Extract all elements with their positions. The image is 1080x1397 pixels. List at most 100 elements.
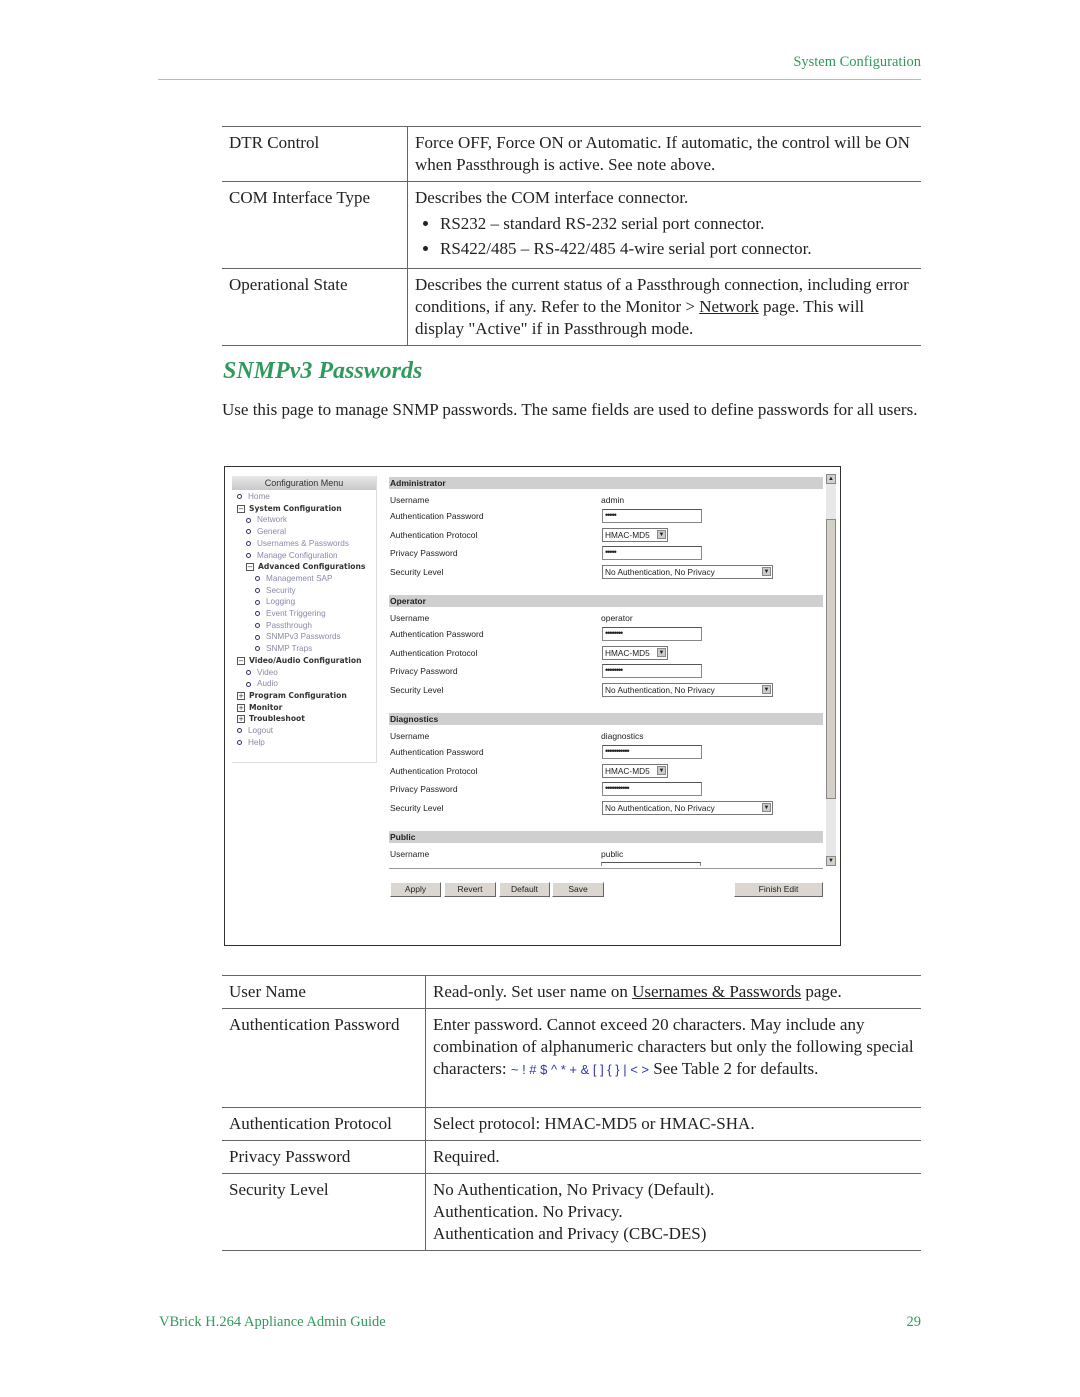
collapse-icon[interactable]: − xyxy=(237,656,245,665)
security-level-label: Security Level xyxy=(390,803,444,813)
auth-password-input[interactable]: ••••••••••• xyxy=(602,745,702,759)
default-button[interactable]: Default xyxy=(499,882,550,897)
security-level-label: Security Level xyxy=(390,685,444,695)
top-parameter-table: DTR Control Force OFF, Force ON or Autom… xyxy=(222,126,921,346)
chevron-down-icon[interactable]: ▼ xyxy=(657,648,666,657)
expand-icon[interactable]: + xyxy=(237,691,245,700)
section-public: Public Username public xyxy=(389,831,823,866)
privacy-password-input[interactable]: ••••• xyxy=(602,546,702,560)
menu-item-usernames-passwords[interactable]: Usernames & Passwords xyxy=(246,538,349,549)
menu-item-monitor[interactable]: + Monitor xyxy=(237,702,282,713)
menu-item-snmp-traps[interactable]: SNMP Traps xyxy=(255,643,312,654)
menu-item-label: Management SAP xyxy=(266,573,333,583)
usernames-passwords-link[interactable]: Usernames & Passwords xyxy=(632,982,801,1001)
auth-protocol-label: Authentication Protocol xyxy=(390,766,478,776)
security-level-select[interactable]: No Authentication, No Privacy ▼ xyxy=(602,801,773,815)
apply-button[interactable]: Apply xyxy=(390,882,441,897)
intro-paragraph: Use this page to manage SNMP passwords. … xyxy=(222,400,918,419)
menu-title: Configuration Menu xyxy=(232,476,376,490)
section-diagnostics: Diagnostics Username diagnostics Authentica… xyxy=(389,713,823,815)
menu-item-label: Passthrough xyxy=(266,620,312,630)
bullet-icon xyxy=(255,611,260,617)
bullet-icon xyxy=(255,587,260,593)
auth-password-input[interactable] xyxy=(601,862,701,866)
chevron-down-icon[interactable]: ▼ xyxy=(762,685,771,694)
menu-item-label: Program Configuration xyxy=(249,690,347,700)
menu-item-general[interactable]: General xyxy=(246,526,286,537)
menu-item-troubleshoot[interactable]: + Troubleshoot xyxy=(237,713,305,724)
menu-item-help[interactable]: Help xyxy=(237,737,265,748)
menu-item-management-sap[interactable]: Management SAP xyxy=(255,573,332,584)
description-text: Read-only. Set user name on xyxy=(433,982,633,1001)
expand-icon[interactable]: + xyxy=(237,703,245,712)
document-page: System Configuration DTR Control Force O… xyxy=(0,0,1080,1397)
bullet-icon xyxy=(255,634,260,640)
save-button[interactable]: Save xyxy=(552,882,604,897)
bullet-list: RS232 – standard RS-232 serial port conn… xyxy=(415,213,914,260)
auth-password-label: Authentication Password xyxy=(390,747,484,757)
page-number: 29 xyxy=(906,1314,922,1330)
finish-edit-button[interactable]: Finish Edit xyxy=(734,882,823,897)
auth-protocol-select[interactable]: HMAC-MD5 ▼ xyxy=(602,528,668,542)
menu-item-logging[interactable]: Logging xyxy=(255,596,295,607)
security-level-select[interactable]: No Authentication, No Privacy ▼ xyxy=(602,565,773,579)
bullet-icon xyxy=(255,646,260,652)
network-link[interactable]: Network xyxy=(699,297,758,316)
menu-item-program-configuration[interactable]: + Program Configuration xyxy=(237,690,347,701)
menu-item-home[interactable]: Home xyxy=(237,491,270,502)
menu-item-network[interactable]: Network xyxy=(246,514,287,525)
security-level-select[interactable]: No Authentication, No Privacy ▼ xyxy=(602,683,773,697)
description-text: page. xyxy=(801,982,842,1001)
auth-password-input[interactable]: ••••• xyxy=(602,509,702,523)
menu-item-passthrough[interactable]: Passthrough xyxy=(255,620,312,631)
scrollbar[interactable]: ▲ ▼ xyxy=(826,474,836,866)
privacy-password-input[interactable]: ••••••••••• xyxy=(602,782,702,796)
collapse-icon[interactable]: − xyxy=(246,563,254,572)
scroll-up-icon[interactable]: ▲ xyxy=(826,474,836,484)
description: No Authentication, No Privacy (Default).… xyxy=(425,1173,921,1251)
auth-protocol-row: Authentication Protocol HMAC-MD5 ▼ xyxy=(390,762,820,780)
selected-value: No Authentication, No Privacy xyxy=(605,567,715,577)
description-line: Authentication and Privacy (CBC-DES) xyxy=(433,1224,707,1243)
description: Select protocol: HMAC-MD5 or HMAC-SHA. xyxy=(425,1107,921,1141)
scrollbar-thumb[interactable] xyxy=(826,519,836,799)
configuration-menu: Configuration Menu Home − System Configura… xyxy=(232,476,377,763)
chevron-down-icon[interactable]: ▼ xyxy=(762,803,771,812)
auth-protocol-select[interactable]: HMAC-MD5 ▼ xyxy=(602,764,668,778)
auth-protocol-label: Authentication Protocol xyxy=(390,648,478,658)
privacy-password-input[interactable]: •••••••• xyxy=(602,664,702,678)
menu-item-video[interactable]: Video xyxy=(246,667,278,678)
chevron-down-icon[interactable]: ▼ xyxy=(762,567,771,576)
menu-item-video-audio-configuration[interactable]: − Video/Audio Configuration xyxy=(237,655,362,666)
menu-item-audio[interactable]: Audio xyxy=(246,678,278,689)
bullet-icon xyxy=(255,599,260,605)
menu-item-label: SNMPv3 Passwords xyxy=(266,632,341,642)
scroll-down-icon[interactable]: ▼ xyxy=(826,856,836,866)
auth-password-input[interactable]: •••••••• xyxy=(602,627,702,641)
menu-item-label: Home xyxy=(248,492,270,501)
bullet-icon xyxy=(237,728,242,734)
description-line: Authentication. No Privacy. xyxy=(433,1202,623,1221)
menu-item-security[interactable]: Security xyxy=(255,585,296,596)
menu-item-snmpv3-passwords[interactable]: SNMPv3 Passwords xyxy=(255,631,341,642)
section-operator: Operator Username operator Authentication P… xyxy=(389,595,823,697)
auth-protocol-select[interactable]: HMAC-MD5 ▼ xyxy=(602,646,668,660)
security-level-label: Security Level xyxy=(390,567,444,577)
menu-item-logout[interactable]: Logout xyxy=(237,725,273,736)
menu-item-label: Manage Configuration xyxy=(257,550,338,560)
menu-item-advanced-configurations[interactable]: − Advanced Configurations xyxy=(246,561,365,572)
revert-button[interactable]: Revert xyxy=(444,882,496,897)
menu-item-manage-configuration[interactable]: Manage Configuration xyxy=(246,550,338,561)
section-title: Operator xyxy=(389,595,823,607)
chevron-down-icon[interactable]: ▼ xyxy=(657,766,666,775)
chevron-down-icon[interactable]: ▼ xyxy=(657,530,666,539)
collapse-icon[interactable]: − xyxy=(237,504,245,513)
section-title: Administrator xyxy=(389,477,823,489)
username-value: public xyxy=(601,849,624,859)
menu-item-label: Troubleshoot xyxy=(249,714,305,724)
menu-item-event-triggering[interactable]: Event Triggering xyxy=(255,608,326,619)
bullet-item: RS422/485 – RS-422/485 4-wire serial por… xyxy=(440,238,914,260)
menu-item-system-configuration[interactable]: − System Configuration xyxy=(237,503,342,514)
expand-icon[interactable]: + xyxy=(237,715,245,724)
term: Authentication Password xyxy=(222,1008,426,1108)
